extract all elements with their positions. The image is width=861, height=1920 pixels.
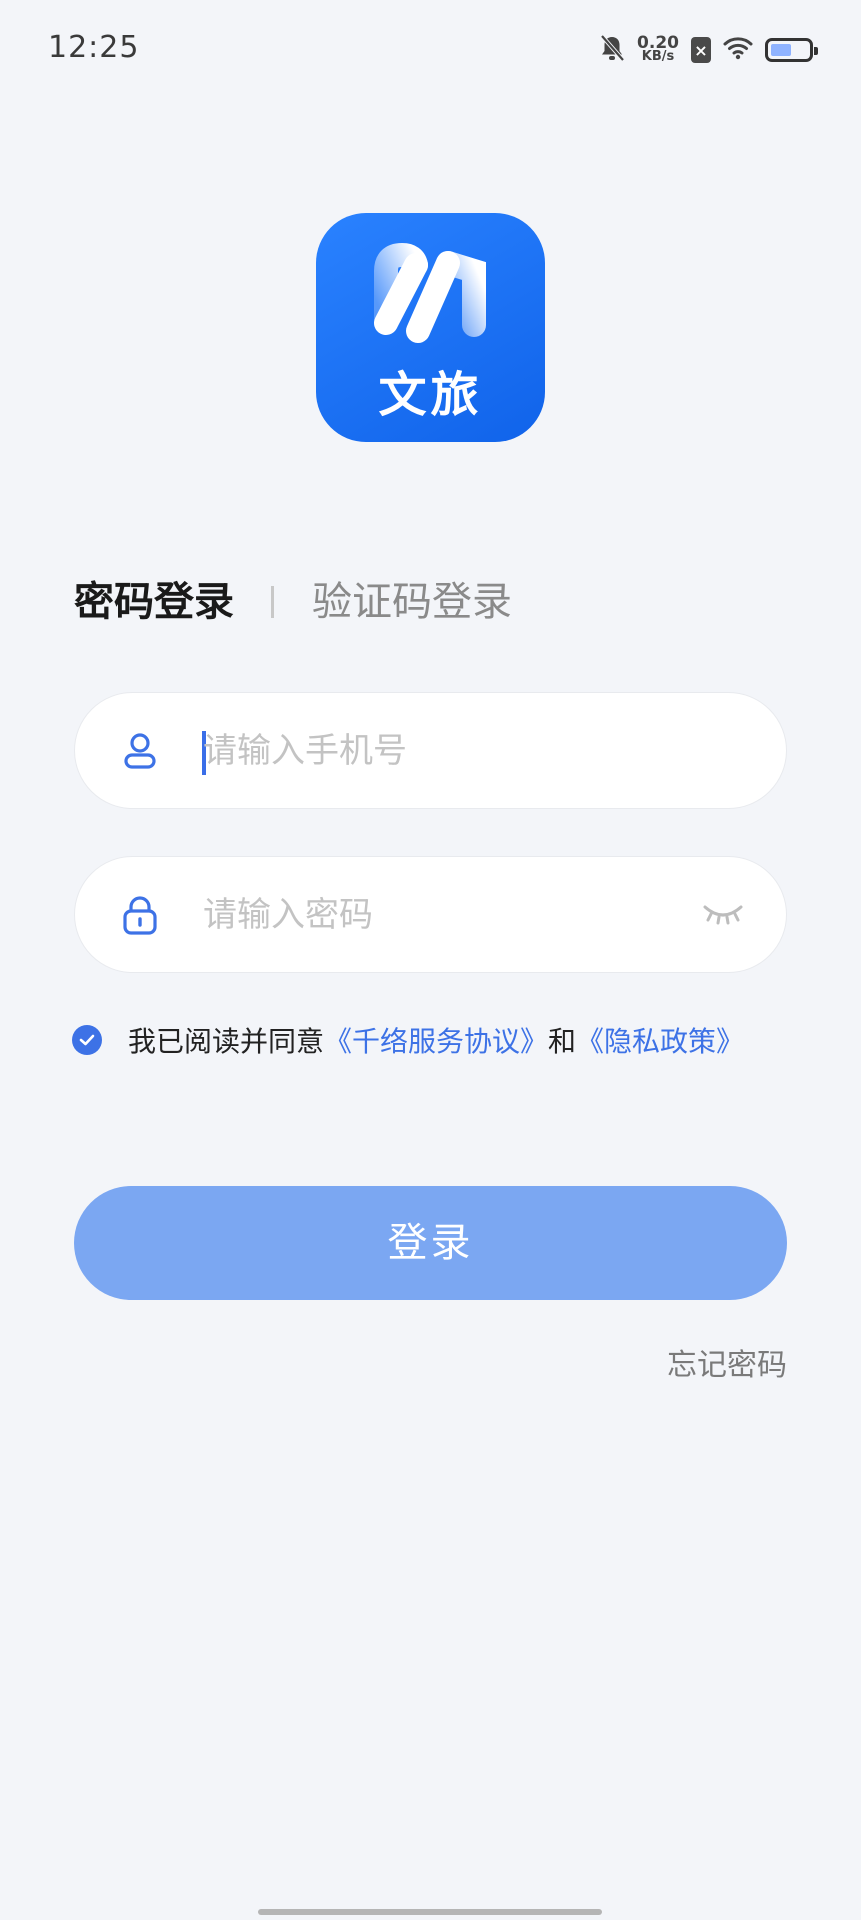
phone-field[interactable]: 请输入手机号	[74, 692, 787, 809]
privacy-policy-link[interactable]: 《隐私政策》	[576, 1025, 744, 1058]
phone-input[interactable]: 请输入手机号	[203, 727, 407, 775]
home-indicator[interactable]	[258, 1909, 602, 1915]
agreement-checkbox[interactable]	[72, 1025, 102, 1055]
battery-icon	[765, 38, 818, 62]
check-icon	[79, 1034, 95, 1046]
network-speed-unit: KB/s	[641, 49, 675, 64]
forgot-password-link[interactable]: 忘记密码	[667, 1340, 787, 1384]
wifi-icon	[723, 36, 753, 64]
tab-code-login[interactable]: 验证码登录	[312, 574, 512, 630]
logo-text: 文旅	[378, 367, 483, 423]
sim-disabled-icon: ×	[691, 37, 711, 63]
status-time: 12:25	[48, 30, 140, 65]
status-bar: 12:25 0.20 KB/s ×	[0, 0, 861, 100]
lock-icon	[120, 895, 160, 935]
login-method-tabs: 密码登录 验证码登录	[74, 574, 512, 630]
eye-closed-icon[interactable]	[702, 901, 744, 927]
password-input[interactable]: 请输入密码	[203, 891, 373, 939]
tab-password-login[interactable]: 密码登录	[74, 574, 234, 630]
agreement-row: 我已阅读并同意《千络服务协议》和《隐私政策》	[72, 1020, 744, 1060]
network-speed-value: 0.20	[637, 33, 679, 53]
bell-muted-icon	[599, 34, 625, 66]
app-logo: 文旅	[316, 213, 545, 442]
agreement-prefix: 我已阅读并同意	[128, 1025, 325, 1058]
tab-divider	[271, 586, 274, 618]
login-screen: 12:25 0.20 KB/s × 文旅 密码登录 验证码登录 请输入手机号 请…	[0, 0, 861, 1920]
service-agreement-link[interactable]: 《千络服务协议》	[324, 1025, 548, 1058]
user-icon	[120, 731, 160, 771]
agreement-text: 我已阅读并同意《千络服务协议》和《隐私政策》	[128, 1020, 744, 1060]
login-button[interactable]: 登录	[74, 1186, 787, 1300]
agreement-and: 和	[548, 1025, 577, 1058]
status-icons: 0.20 KB/s ×	[599, 32, 818, 68]
password-field[interactable]: 请输入密码	[74, 856, 787, 973]
network-speed: 0.20 KB/s	[637, 33, 679, 64]
